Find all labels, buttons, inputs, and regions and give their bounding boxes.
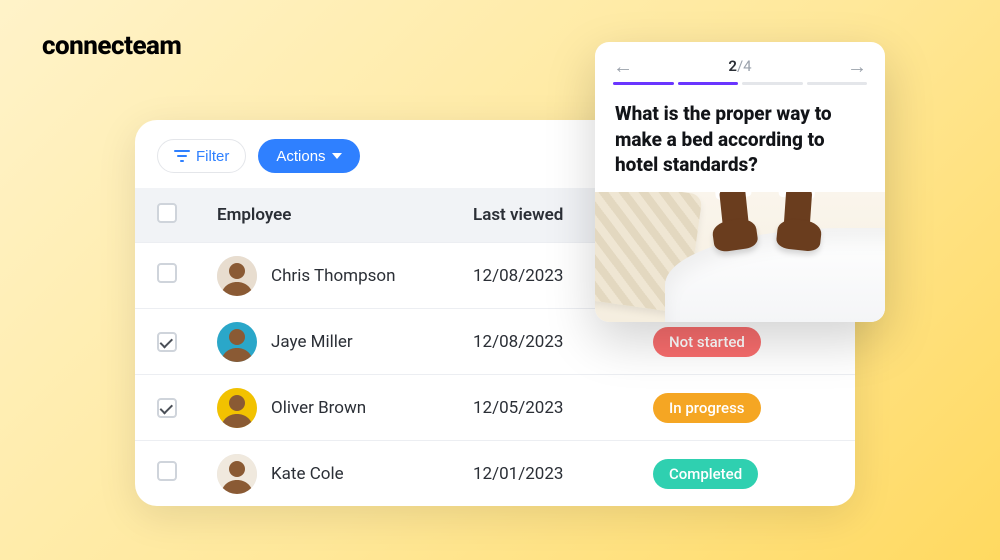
status-badge: Not started [653, 327, 761, 357]
employee-name: Kate Cole [271, 464, 344, 484]
last-viewed-cell: 12/08/2023 [473, 332, 653, 352]
filter-button[interactable]: Filter [157, 139, 246, 173]
table-row[interactable]: Oliver Brown 12/05/2023In progress [135, 374, 855, 440]
chevron-down-icon [332, 153, 342, 159]
next-arrow-icon[interactable]: → [847, 56, 867, 76]
avatar [217, 454, 257, 494]
avatar [217, 388, 257, 428]
select-all-checkbox[interactable] [157, 203, 177, 223]
quiz-card: ← 2/4 → What is the proper way to make a… [595, 42, 885, 322]
quiz-page-current: 2 [728, 57, 737, 75]
status-badge: In progress [653, 393, 761, 423]
row-checkbox[interactable] [157, 398, 177, 418]
actions-button[interactable]: Actions [258, 139, 359, 173]
quiz-page-indicator: 2/4 [728, 57, 751, 75]
quiz-progress-bar [595, 82, 885, 97]
brand-name: connecteam [42, 31, 181, 61]
avatar [217, 322, 257, 362]
last-viewed-cell: 12/01/2023 [473, 464, 653, 484]
quiz-page-total: 4 [743, 57, 751, 75]
table-row[interactable]: Kate Cole 12/01/2023Completed [135, 440, 855, 506]
employee-name: Oliver Brown [271, 398, 366, 418]
col-employee: Employee [217, 205, 473, 225]
last-viewed-cell: 12/05/2023 [473, 398, 653, 418]
avatar [217, 256, 257, 296]
prev-arrow-icon[interactable]: ← [613, 56, 633, 76]
quiz-image [595, 192, 885, 322]
employee-name: Chris Thompson [271, 266, 396, 286]
quiz-pager: ← 2/4 → [595, 42, 885, 82]
quiz-question-text: What is the proper way to make a bed acc… [595, 97, 885, 192]
filter-icon [174, 150, 190, 162]
filter-button-label: Filter [196, 148, 229, 165]
status-badge: Completed [653, 459, 758, 489]
row-checkbox[interactable] [157, 263, 177, 283]
row-checkbox[interactable] [157, 332, 177, 352]
employee-name: Jaye Miller [271, 332, 353, 352]
row-checkbox[interactable] [157, 461, 177, 481]
actions-button-label: Actions [276, 148, 325, 165]
brand-logo: connecteam [42, 30, 181, 60]
